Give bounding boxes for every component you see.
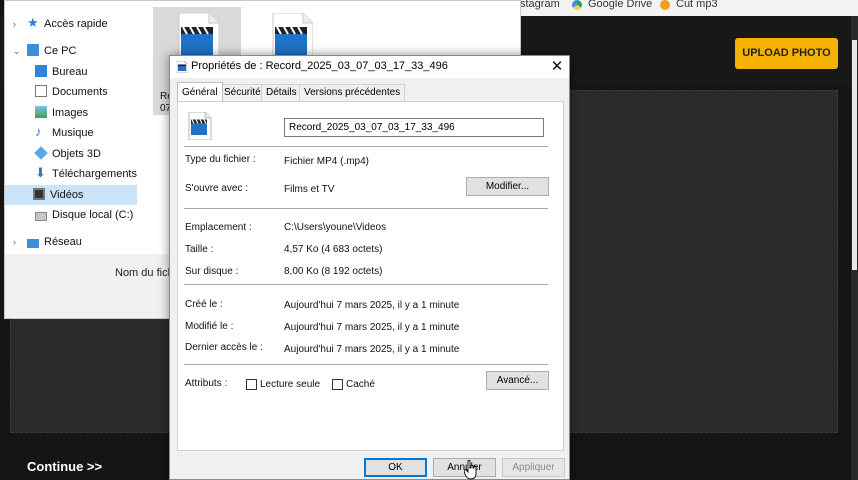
size-value: 4,57 Ko (4 683 octets)	[284, 244, 383, 255]
apply-button[interactable]: Appliquer	[502, 458, 565, 477]
bookmark-label: stagram	[520, 0, 560, 10]
nav-item-quick-access[interactable]: ★ Accès rapide	[27, 14, 108, 34]
nav-item-music[interactable]: ♪ Musique	[35, 123, 94, 143]
video-file-icon	[177, 61, 187, 73]
nav-item-videos[interactable]: Vidéos	[5, 185, 137, 205]
bookmark-label: Google Drive	[588, 0, 653, 10]
nav-item-label: Ce PC	[44, 45, 77, 57]
nav-item-label: Vidéos	[50, 189, 84, 201]
nav-item-label: Téléchargements	[52, 168, 137, 180]
general-tab-panel: Record_2025_03_07_03_17_33_496 Type du f…	[177, 101, 564, 451]
tab-details[interactable]: Détails	[261, 84, 302, 101]
nav-item-label: Objets 3D	[52, 148, 101, 160]
hidden-label[interactable]: Caché	[346, 379, 375, 390]
hand-cursor-icon	[464, 460, 477, 480]
nav-item-label: Documents	[52, 86, 108, 98]
separator	[184, 146, 548, 147]
desktop-folder-icon	[35, 65, 47, 78]
type-value: Fichier MP4 (.mp4)	[284, 156, 370, 167]
nav-item-label: Disque local (C:)	[52, 209, 134, 221]
documents-icon	[35, 85, 47, 98]
page-scrollbar-thumb[interactable]	[852, 40, 857, 270]
nav-item-network[interactable]: Réseau	[27, 232, 82, 252]
dialog-title: Propriétés de : Record_2025_03_07_03_17_…	[191, 60, 448, 72]
navigation-pane: › ★ Accès rapide ⌄ Ce PC Bureau Documents…	[5, 1, 145, 254]
close-button[interactable]: ✕	[547, 57, 567, 77]
hidden-checkbox[interactable]	[332, 379, 343, 390]
star-icon: ★	[27, 15, 39, 31]
bookmark-label: Cut mp3	[676, 0, 718, 10]
nav-item-label: Musique	[52, 127, 94, 139]
nav-item-label: Images	[52, 107, 89, 119]
chevron-down-icon[interactable]: ⌄	[13, 46, 21, 57]
tab-security[interactable]: Sécurité	[219, 84, 266, 101]
opens-with-label: S'ouvre avec :	[185, 183, 249, 194]
size-label: Taille :	[185, 244, 214, 255]
separator	[184, 284, 548, 285]
nav-item-3d-objects[interactable]: Objets 3D	[34, 144, 101, 164]
opens-with-value: Films et TV	[284, 184, 335, 195]
advanced-button[interactable]: Avancé...	[486, 371, 549, 390]
nav-item-images[interactable]: Images	[35, 103, 88, 123]
modified-value: Aujourd'hui 7 mars 2025, il y a 1 minute	[284, 322, 460, 333]
nav-item-label: Accès rapide	[44, 18, 108, 30]
download-icon: ⬇	[35, 165, 46, 181]
attributes-label: Attributs :	[185, 378, 228, 389]
created-label: Créé le :	[185, 299, 223, 310]
location-label: Emplacement :	[185, 222, 252, 233]
nav-item-this-pc[interactable]: Ce PC	[27, 41, 76, 61]
nav-item-downloads[interactable]: ⬇ Téléchargements	[35, 164, 137, 184]
dialog-titlebar[interactable]: Propriétés de : Record_2025_03_07_03_17_…	[170, 56, 569, 78]
readonly-label[interactable]: Lecture seule	[260, 379, 320, 390]
nav-item-local-disk[interactable]: Disque local (C:)	[35, 205, 133, 225]
bookmark-google-drive[interactable]: Google Drive	[572, 0, 652, 10]
properties-dialog: Propriétés de : Record_2025_03_07_03_17_…	[169, 55, 570, 480]
ok-button[interactable]: OK	[364, 458, 427, 477]
separator	[184, 364, 548, 365]
type-label: Type du fichier :	[185, 154, 256, 165]
nav-item-documents[interactable]: Documents	[35, 82, 108, 102]
music-icon: ♪	[35, 124, 42, 140]
modify-button[interactable]: Modifier...	[466, 177, 549, 196]
images-icon	[35, 106, 47, 119]
tab-general[interactable]: Général	[177, 82, 223, 101]
chevron-right-icon[interactable]: ›	[13, 237, 16, 247]
bookmark-instagram[interactable]: stagram	[520, 0, 560, 10]
upload-photo-button[interactable]: UPLOAD PHOTO	[735, 38, 838, 69]
created-value: Aujourd'hui 7 mars 2025, il y a 1 minute	[284, 300, 460, 311]
chevron-right-icon[interactable]: ›	[13, 19, 16, 29]
videos-icon	[33, 188, 45, 201]
video-file-icon	[188, 112, 212, 140]
accessed-value: Aujourd'hui 7 mars 2025, il y a 1 minute	[284, 344, 460, 355]
separator	[184, 208, 548, 209]
file-name-input[interactable]: Record_2025_03_07_03_17_33_496	[284, 118, 544, 137]
continue-button[interactable]: Continue >>	[27, 459, 102, 474]
location-value: C:\Users\youne\Videos	[284, 222, 387, 233]
bookmarks-bar: stagram Google Drive Cut mp3	[520, 0, 858, 16]
modified-label: Modifié le :	[185, 321, 234, 332]
accessed-label: Dernier accès le :	[185, 342, 263, 353]
cut-mp3-icon	[660, 0, 670, 10]
nav-item-desktop[interactable]: Bureau	[35, 62, 87, 82]
computer-icon	[27, 44, 39, 57]
nav-item-label: Réseau	[44, 236, 82, 248]
disk-size-label: Sur disque :	[185, 266, 239, 277]
disk-icon	[35, 211, 47, 221]
tab-previous-versions[interactable]: Versions précédentes	[299, 84, 406, 101]
name-column-header[interactable]: Nom du fich	[115, 267, 174, 279]
disk-size-value: 8,00 Ko (8 192 octets)	[284, 266, 383, 277]
network-icon	[27, 238, 39, 248]
readonly-checkbox[interactable]	[246, 379, 257, 390]
3d-objects-icon	[34, 146, 48, 160]
google-drive-icon	[572, 0, 582, 10]
nav-item-label: Bureau	[52, 66, 88, 78]
bookmark-cut-mp3[interactable]: Cut mp3	[660, 0, 718, 10]
